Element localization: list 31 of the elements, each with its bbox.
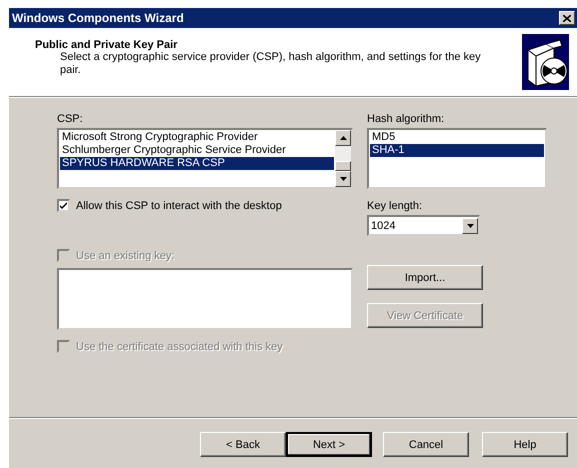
csp-list-item[interactable]: Schlumberger Cryptographic Service Provider [60,144,334,157]
page-title: Public and Private Key Pair [35,39,178,51]
csp-list-item[interactable]: SPYRUS HARDWARE RSA CSP [60,157,334,170]
hash-list[interactable]: MD5 SHA-1 [367,128,547,189]
csp-list-item[interactable]: Microsoft Strong Cryptographic Provider [60,131,334,144]
checkmark-icon [59,201,68,210]
csp-label: CSP: [57,113,84,125]
checkbox-label: Use the certificate associated with this key [76,340,283,352]
close-icon[interactable] [563,14,571,22]
checkbox[interactable] [57,199,70,212]
down-arrow-icon[interactable] [466,224,474,228]
close-button[interactable] [559,11,575,25]
key-list[interactable] [57,268,353,330]
wizard-button[interactable]: Help [482,432,568,457]
hash-label: Hash algorithm: [367,113,446,125]
window-title: Windows Components Wizard [12,11,184,25]
down-arrow-icon[interactable] [340,177,346,181]
csp-list[interactable]: Microsoft Strong Cryptographic Provider Schlumberger Cryptographic Service Provider SPYRUS HARDWARE RSA CSP [57,128,353,189]
wizard-button[interactable]: < Back [200,432,286,457]
wizard-button[interactable]: Cancel [383,432,469,457]
key-length-dropdown[interactable]: 1024 [367,215,480,236]
page-description: Select a cryptographic service provider (CSP), hash algorithm, and settings for the key pair. [60,51,482,77]
import-button[interactable]: Import... [367,265,483,290]
checkbox-label: Use an existing key: [76,250,174,262]
hash-list-item[interactable]: SHA-1 [370,144,544,157]
up-arrow-icon[interactable] [340,136,346,140]
wizard-button[interactable]: Next > [286,432,372,457]
scrollbar[interactable] [335,130,351,187]
checkbox-label: Allow this CSP to interact with the desktop [76,200,282,212]
key-length-label: Key length: [367,200,424,212]
hash-list-item[interactable]: MD5 [370,131,544,144]
